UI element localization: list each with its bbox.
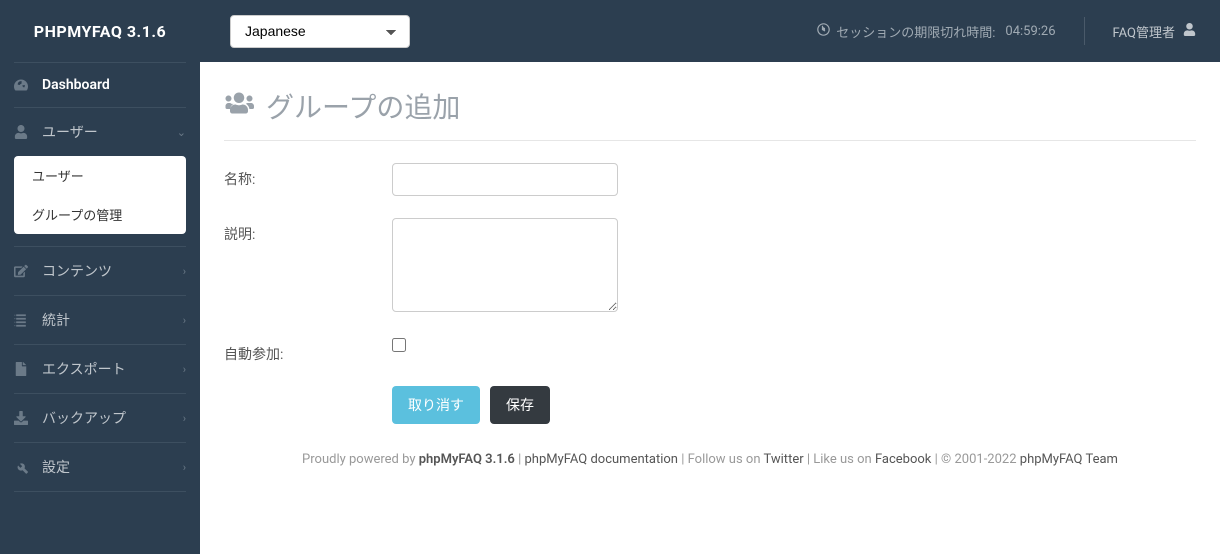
language-select[interactable]: Japanese xyxy=(230,15,410,48)
clock-icon xyxy=(817,23,830,40)
nav-backup-label: バックアップ xyxy=(42,408,126,428)
nav-export[interactable]: エクスポート › xyxy=(0,345,200,393)
chevron-right-icon: › xyxy=(183,412,186,425)
footer-twitter-link[interactable]: Twitter xyxy=(763,452,803,467)
nav-dashboard[interactable]: Dashboard xyxy=(0,63,200,107)
footer-follow-pre: Follow us on xyxy=(688,452,764,467)
language-selector-wrap: Japanese xyxy=(230,15,410,48)
nav-users-label: ユーザー xyxy=(42,122,98,142)
nav-dashboard-label: Dashboard xyxy=(42,77,110,93)
footer-powered-link[interactable]: phpMyFAQ 3.1.6 xyxy=(419,452,515,467)
chevron-right-icon: › xyxy=(183,363,186,376)
wrench-icon xyxy=(14,460,32,474)
nav-content-label: コンテンツ xyxy=(42,261,112,281)
nav-export-label: エクスポート xyxy=(42,359,126,379)
page-title: グループの追加 xyxy=(224,86,1196,141)
footer-copyright: © 2001-2022 xyxy=(941,452,1020,467)
chevron-right-icon: › xyxy=(183,461,186,474)
topbar-right: セッションの期限切れ時間: 04:59:26 FAQ管理者 xyxy=(817,17,1220,45)
save-button[interactable]: 保存 xyxy=(490,386,550,424)
session-label: セッションの期限切れ時間: xyxy=(836,22,995,41)
dashboard-icon xyxy=(14,78,32,92)
button-row: 取り消す 保存 xyxy=(392,386,1196,424)
footer-doc-link[interactable]: phpMyFAQ documentation xyxy=(525,452,678,467)
auto-label: 自動参加: xyxy=(224,338,392,364)
admin-label: FAQ管理者 xyxy=(1113,22,1175,41)
nav-settings[interactable]: 設定 › xyxy=(0,443,200,491)
main-content: グループの追加 名称: 説明: 自動参加: 取り消す 保存 Proudly po… xyxy=(200,62,1220,554)
description-textarea[interactable] xyxy=(392,218,618,312)
nav-stats-label: 統計 xyxy=(42,310,70,330)
user-icon xyxy=(1183,23,1196,40)
brand-title: PHPMYFAQ 3.1.6 xyxy=(0,22,200,41)
page-title-text: グループの追加 xyxy=(266,86,460,126)
submenu-groups[interactable]: グループの管理 xyxy=(14,195,186,234)
topbar: PHPMYFAQ 3.1.6 Japanese セッションの期限切れ時間: 04… xyxy=(0,0,1220,62)
nav-stats[interactable]: 統計 › xyxy=(0,296,200,344)
nav-backup[interactable]: バックアップ › xyxy=(0,394,200,442)
form-row-autojoin: 自動参加: xyxy=(224,338,1196,364)
desc-label: 説明: xyxy=(224,218,392,244)
submenu-users[interactable]: ユーザー xyxy=(14,156,186,195)
topbar-divider xyxy=(1084,17,1085,45)
file-icon xyxy=(14,362,32,376)
name-label: 名称: xyxy=(224,163,392,189)
session-value: 04:59:26 xyxy=(1005,24,1055,39)
chevron-right-icon: › xyxy=(183,265,186,278)
name-input[interactable] xyxy=(392,163,618,196)
cancel-button[interactable]: 取り消す xyxy=(392,386,480,424)
session-timer: セッションの期限切れ時間: 04:59:26 xyxy=(817,22,1079,41)
sidebar: Dashboard ユーザー ⌄ ユーザー グループの管理 コンテンツ › 統計… xyxy=(0,62,200,554)
footer-powered-pre: Proudly powered by xyxy=(302,452,419,467)
form-row-name: 名称: xyxy=(224,163,1196,196)
nav-users-submenu: ユーザー グループの管理 xyxy=(14,156,186,234)
footer-like-pre: Like us on xyxy=(813,452,875,467)
nav-users[interactable]: ユーザー ⌄ xyxy=(0,108,200,156)
form-row-description: 説明: xyxy=(224,218,1196,316)
footer: Proudly powered by phpMyFAQ 3.1.6 | phpM… xyxy=(224,424,1196,483)
autojoin-checkbox[interactable] xyxy=(392,338,406,352)
user-icon xyxy=(14,125,32,139)
users-icon xyxy=(224,88,254,125)
chevron-down-icon: ⌄ xyxy=(177,126,186,139)
nav-settings-label: 設定 xyxy=(42,457,70,477)
download-icon xyxy=(14,411,32,425)
admin-user-link[interactable]: FAQ管理者 xyxy=(1089,22,1220,41)
edit-icon xyxy=(14,264,32,278)
tasks-icon xyxy=(14,313,32,327)
chevron-right-icon: › xyxy=(183,314,186,327)
nav-content[interactable]: コンテンツ › xyxy=(0,247,200,295)
footer-team-link[interactable]: phpMyFAQ Team xyxy=(1020,452,1118,467)
footer-facebook-link[interactable]: Facebook xyxy=(875,452,931,467)
